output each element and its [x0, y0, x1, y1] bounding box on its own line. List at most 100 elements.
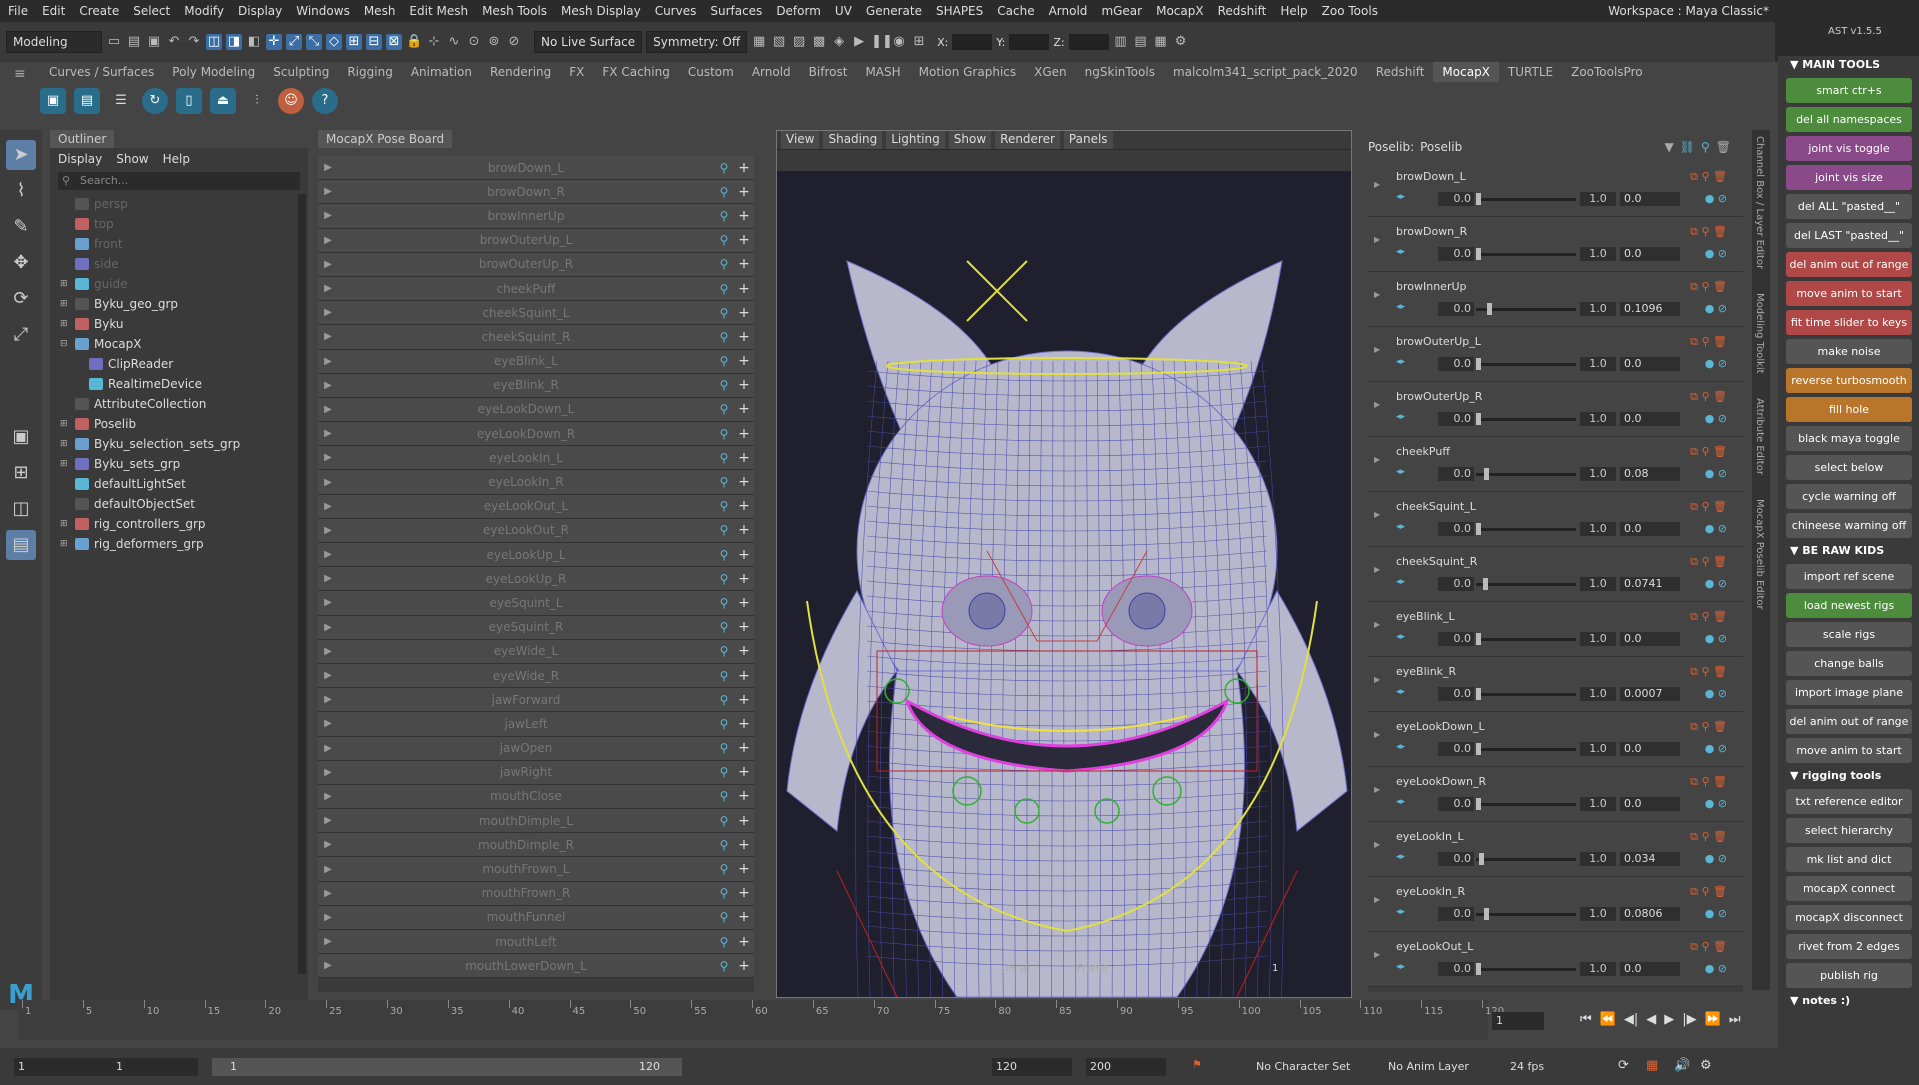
render-settings-icon[interactable]: ▩	[811, 34, 827, 50]
collapse-icon[interactable]: ▼	[1790, 58, 1802, 71]
expand-arrow-icon[interactable]: ▶	[318, 549, 338, 560]
key-icon[interactable]: ◂▸	[1396, 192, 1405, 202]
pose-edit-icons[interactable]: ⧉ ⚲ 🗑	[1690, 390, 1727, 404]
pose-slider[interactable]	[1476, 858, 1576, 861]
expand-icon[interactable]: ⊞	[60, 454, 70, 474]
outliner-menu-show[interactable]: Show	[116, 152, 148, 166]
tool-button[interactable]: publish rig	[1786, 963, 1912, 988]
pose-state-icons[interactable]: ● ⊘	[1705, 522, 1727, 535]
tool-button[interactable]: rivet from 2 edges	[1786, 934, 1912, 959]
add-pose-icon[interactable]: +	[734, 788, 754, 804]
pose-state-icons[interactable]: ● ⊘	[1705, 192, 1727, 205]
pose-state-icons[interactable]: ● ⊘	[1705, 742, 1727, 755]
playback-start-field[interactable]: 1	[112, 1058, 198, 1076]
pose-value-field[interactable]: 0.0	[1438, 907, 1474, 921]
collapse-icon[interactable]: ▼	[1790, 544, 1802, 557]
pose-max-field[interactable]: 1.0	[1580, 852, 1616, 866]
pose-edit-icons[interactable]: ⧉ ⚲ 🗑	[1690, 610, 1727, 624]
pose-select-icon[interactable]: ⚲	[714, 765, 734, 779]
pose-max-field[interactable]: 1.0	[1580, 742, 1616, 756]
pose-slider-handle[interactable]	[1476, 688, 1481, 700]
expand-icon[interactable]: ⊞	[60, 414, 70, 434]
key-icon[interactable]: ◂▸	[1396, 467, 1405, 477]
pose-value-field[interactable]: 0.0	[1438, 687, 1474, 701]
tool-button[interactable]: select below	[1786, 455, 1912, 480]
key-icon[interactable]: ◂▸	[1396, 687, 1405, 697]
shelf-tab[interactable]: FX	[560, 62, 593, 82]
menu-mgear[interactable]: mGear	[1101, 4, 1142, 18]
pose-row[interactable]: ▶ eyeLookDown_R ⚲ +	[318, 422, 754, 447]
mocapx-connect-icon[interactable]: ⏏	[210, 88, 236, 114]
pose-slider-handle[interactable]	[1484, 468, 1489, 480]
pose-value-field[interactable]: 0.0	[1438, 797, 1474, 811]
add-pose-icon[interactable]: +	[734, 450, 754, 466]
tool-button[interactable]: import image plane	[1786, 680, 1912, 705]
step-back-key-icon[interactable]: ⏪	[1600, 1012, 1616, 1027]
key-icon[interactable]: ◂▸	[1396, 962, 1405, 972]
poselib-search-icon[interactable]: ⚲	[1701, 140, 1710, 158]
outliner-row[interactable]: ⊞ Byku_sets_grp	[50, 454, 308, 474]
menu-generate[interactable]: Generate	[866, 4, 922, 18]
poseboard-tab[interactable]: MocapX Pose Board	[318, 130, 453, 148]
mask-surfaces-icon[interactable]: ◇	[326, 34, 342, 50]
pose-slider[interactable]	[1476, 968, 1576, 971]
key-icon[interactable]: ◂▸	[1396, 522, 1405, 532]
expand-arrow-icon[interactable]: ▶	[318, 501, 338, 512]
add-pose-icon[interactable]: +	[734, 716, 754, 732]
expand-arrow-icon[interactable]: ▶	[318, 815, 338, 826]
pose-slider[interactable]	[1476, 583, 1576, 586]
viewport-menu-lighting[interactable]: Lighting	[886, 131, 945, 149]
pose-row[interactable]: ▶ mouthLeft ⚲ +	[318, 930, 754, 955]
pose-row[interactable]: ▶ eyeLookOut_L ⚲ +	[318, 494, 754, 519]
expand-arrow-icon[interactable]: ▶	[318, 307, 338, 318]
expand-arrow-icon[interactable]: ▶	[318, 380, 338, 391]
tool-section-header[interactable]: ▼ notes :)	[1790, 992, 1919, 1010]
add-pose-icon[interactable]: +	[734, 885, 754, 901]
pose-edit-icons[interactable]: ⧉ ⚲ 🗑	[1690, 720, 1727, 734]
pose-row[interactable]: ▶ eyeLookIn_R ⚲ +	[318, 470, 754, 495]
pose-state-icons[interactable]: ● ⊘	[1705, 632, 1727, 645]
pose-select-icon[interactable]: ⚲	[714, 959, 734, 973]
expand-icon[interactable]: ⊞	[60, 274, 70, 294]
pose-max-field[interactable]: 1.0	[1580, 192, 1616, 206]
add-pose-icon[interactable]: +	[734, 643, 754, 659]
pose-max-field[interactable]: 1.0	[1580, 632, 1616, 646]
expand-arrow-icon[interactable]: ▶	[1374, 785, 1380, 794]
shelf-tab[interactable]: Sculpting	[264, 62, 338, 82]
shelf-tab[interactable]: Animation	[402, 62, 481, 82]
outliner-toggle-icon[interactable]: ▤	[1133, 34, 1149, 50]
pose-select-icon[interactable]: ⚲	[714, 741, 734, 755]
expand-arrow-icon[interactable]: ▶	[1374, 840, 1380, 849]
grid-icon[interactable]: ⊞	[911, 34, 927, 50]
camera-icon[interactable]: ◉	[891, 34, 907, 50]
pose-select-icon[interactable]: ⚲	[714, 402, 734, 416]
menu-edit-mesh[interactable]: Edit Mesh	[409, 4, 468, 18]
pose-select-icon[interactable]: ⚲	[714, 475, 734, 489]
pose-select-icon[interactable]: ⚲	[714, 185, 734, 199]
outliner-row[interactable]: AttributeCollection	[50, 394, 308, 414]
menu-create[interactable]: Create	[79, 4, 119, 18]
pose-edit-icons[interactable]: ⧉ ⚲ 🗑	[1690, 940, 1727, 954]
menu-edit[interactable]: Edit	[42, 4, 65, 18]
pose-edit-icons[interactable]: ⧉ ⚲ 🗑	[1690, 445, 1727, 459]
pose-select-icon[interactable]: ⚲	[714, 378, 734, 392]
expand-arrow-icon[interactable]: ▶	[318, 670, 338, 681]
pose-slider-handle[interactable]	[1487, 303, 1492, 315]
expand-arrow-icon[interactable]: ▶	[318, 888, 338, 899]
key-icon[interactable]: ◂▸	[1396, 742, 1405, 752]
expand-arrow-icon[interactable]: ▶	[1374, 455, 1380, 464]
pose-slider-handle[interactable]	[1476, 798, 1481, 810]
expand-arrow-icon[interactable]: ▶	[318, 283, 338, 294]
expand-arrow-icon[interactable]: ▶	[318, 331, 338, 342]
menu-help[interactable]: Help	[1280, 4, 1307, 18]
redo-icon[interactable]: ↷	[186, 34, 202, 50]
pose-select-icon[interactable]: ⚲	[714, 669, 734, 683]
menu-mocapx[interactable]: MocapX	[1156, 4, 1203, 18]
pose-row[interactable]: ▶ eyeLookIn_L ⚲ +	[318, 446, 754, 471]
pose-slider-handle[interactable]	[1476, 743, 1481, 755]
add-pose-icon[interactable]: +	[734, 909, 754, 925]
pose-slider[interactable]	[1476, 803, 1576, 806]
pose-state-icons[interactable]: ● ⊘	[1705, 357, 1727, 370]
expand-arrow-icon[interactable]: ▶	[318, 428, 338, 439]
mocapx-phone-icon[interactable]: ▯	[176, 88, 202, 114]
